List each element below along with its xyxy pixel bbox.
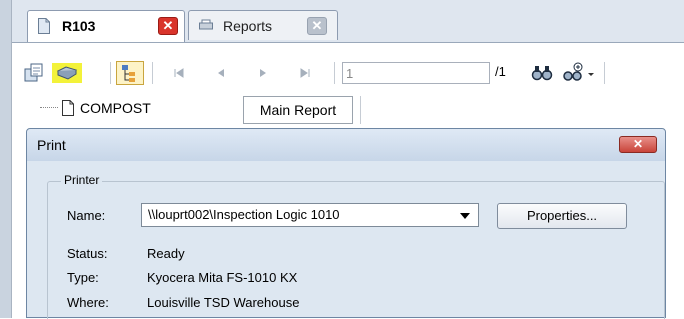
tree-connector [40,107,58,109]
dialog-titlebar[interactable]: Print ✕ [27,129,665,161]
type-value: Kyocera Mita FS-1010 KX [147,270,298,285]
printer-name-select[interactable]: \\louprt002\Inspection Logic 1010 [141,203,479,227]
toolbar-separator [110,62,111,84]
group-tree-icon[interactable] [116,61,144,85]
document-icon [62,100,74,116]
tab-r103[interactable]: R103 ✕ [27,10,185,42]
tree-item-compost[interactable]: COMPOST [80,100,151,116]
toolbar-separator [334,62,335,84]
name-label: Name: [67,208,106,223]
tab-strip: R103 ✕ Reports ✕ [12,0,684,43]
where-value: Louisville TSD Warehouse [147,295,300,310]
export-icon[interactable] [22,61,46,85]
close-tab-icon[interactable]: ✕ [158,17,178,35]
find-icon[interactable] [530,61,554,85]
tab-reports[interactable]: Reports ✕ [188,10,338,40]
status-value: Ready [147,246,185,261]
group-label: Printer [61,173,103,187]
report-toolbar: /1 [12,56,684,92]
tab-separator [360,96,361,124]
properties-button[interactable]: Properties... [497,203,627,229]
main-report-tab[interactable]: Main Report [243,96,353,124]
close-icon[interactable]: ✕ [619,136,657,153]
page-number-input[interactable] [342,62,490,84]
document-icon [38,18,50,34]
status-label: Status: [67,246,108,261]
printer-name-value: \\louprt002\Inspection Logic 1010 [148,207,340,222]
tab-label: Reports [223,18,273,34]
print-dialog: Print ✕ Printer Name: \\louprt002\Inspec… [26,128,666,319]
dialog-title: Print [37,137,66,153]
type-label: Type: [67,270,99,285]
prev-page-icon[interactable] [214,61,228,85]
tab-label: R103 [62,18,96,34]
next-page-icon[interactable] [256,61,270,85]
printer-group [47,181,665,319]
last-page-icon[interactable] [298,61,312,85]
chevron-down-icon[interactable] [586,61,596,85]
chevron-down-icon [460,213,470,219]
toolbar-separator [604,62,605,84]
window-left-edge [0,0,12,318]
toolbar-separator [152,62,153,84]
close-tab-icon[interactable]: ✕ [307,17,327,35]
first-page-icon[interactable] [172,61,186,85]
where-label: Where: [67,295,109,310]
print-icon[interactable] [52,61,82,85]
page-total: /1 [495,64,506,79]
zoom-icon[interactable] [562,61,584,85]
background-area [668,136,684,318]
reports-icon [199,19,213,30]
